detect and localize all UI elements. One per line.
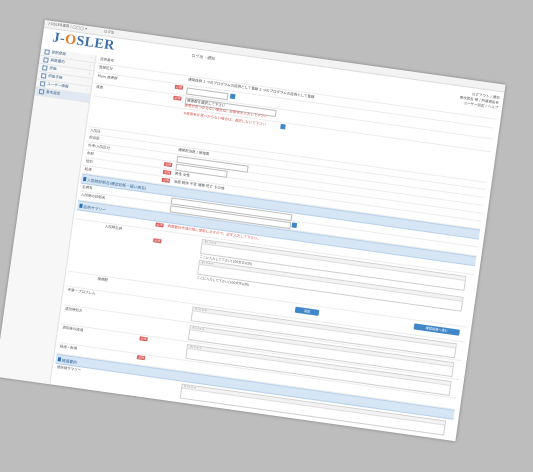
search-button[interactable] bbox=[229, 93, 236, 100]
topbar-menu[interactable]: ログ出 bbox=[104, 29, 115, 35]
required-badge: 必須 bbox=[162, 169, 172, 175]
book-icon bbox=[40, 72, 47, 79]
evaluation-icon bbox=[42, 64, 48, 71]
add-disease-button[interactable] bbox=[280, 123, 286, 130]
required-badge: 必須 bbox=[136, 355, 146, 361]
required-badge: 必須 bbox=[153, 238, 162, 244]
confirm-button[interactable]: 確認画面へ進む bbox=[413, 323, 460, 336]
sex-radios[interactable]: 男性 女性 bbox=[174, 172, 191, 179]
case-form: 症例番号 登録区分 通常症例 1 つのプログラムの症例として登録 2 つのプログ… bbox=[50, 55, 497, 442]
chevron-right-icon: › bbox=[87, 79, 90, 84]
required-badge: 必須 bbox=[174, 84, 184, 90]
section-marker-icon bbox=[57, 357, 61, 362]
required-badge: 必須 bbox=[139, 336, 148, 342]
chevron-right-icon: › bbox=[90, 55, 93, 60]
section-marker-icon bbox=[82, 176, 87, 182]
required-badge: 必須 bbox=[155, 222, 164, 228]
section-marker-icon bbox=[79, 203, 83, 208]
gear-icon bbox=[38, 88, 45, 95]
add-button[interactable]: 追加 bbox=[294, 306, 320, 316]
case-icon bbox=[44, 48, 50, 55]
user-icon bbox=[39, 80, 46, 87]
application-window: J-OSLER運用 / ◯◯◯ ▾ ログ出 J-OSLER ログ出 · 通知 ロ… bbox=[0, 20, 506, 442]
summary-icon bbox=[43, 56, 49, 63]
required-badge: 必須 bbox=[173, 95, 182, 101]
header-search[interactable]: ログ出 · 通知 bbox=[191, 53, 215, 62]
required-badge: 必須 bbox=[163, 161, 173, 168]
required-badge: 必須 bbox=[161, 177, 171, 183]
chevron-right-icon: › bbox=[86, 87, 89, 92]
add-diagnosis-button[interactable] bbox=[291, 222, 298, 229]
chevron-right-icon: › bbox=[89, 63, 92, 68]
chevron-right-icon: › bbox=[88, 71, 91, 76]
